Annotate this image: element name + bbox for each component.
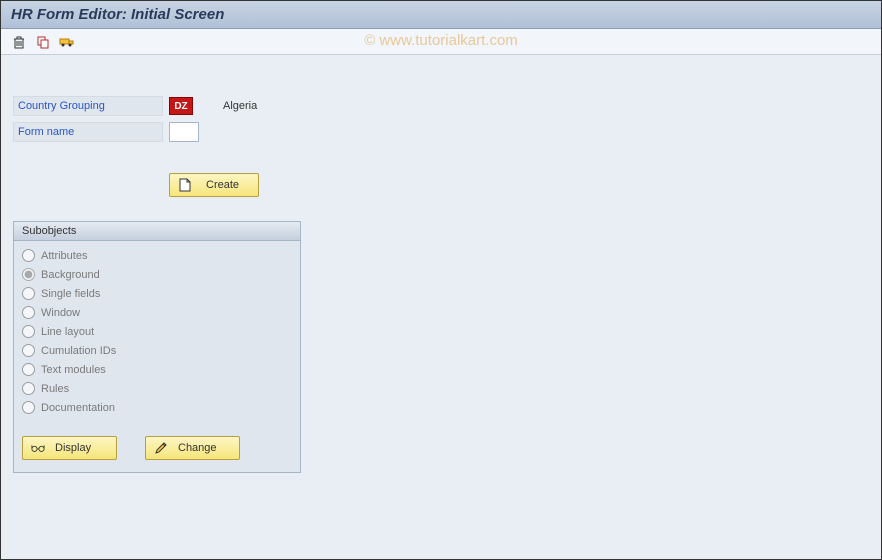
create-button-label: Create — [206, 179, 239, 191]
radio-documentation-label: Documentation — [41, 402, 115, 414]
radio-documentation-input[interactable] — [22, 401, 35, 414]
radio-attributes-label: Attributes — [41, 250, 87, 262]
radio-cumulation-ids[interactable]: Cumulation IDs — [22, 344, 292, 357]
radio-cumulation-ids-label: Cumulation IDs — [41, 345, 116, 357]
pencil-icon — [154, 441, 168, 455]
radio-documentation[interactable]: Documentation — [22, 401, 292, 414]
country-grouping-badge[interactable]: DZ — [169, 97, 193, 115]
radio-line-layout-label: Line layout — [41, 326, 94, 338]
radio-rules-label: Rules — [41, 383, 69, 395]
radio-text-modules[interactable]: Text modules — [22, 363, 292, 376]
radio-attributes[interactable]: Attributes — [22, 249, 292, 262]
radio-single-fields-label: Single fields — [41, 288, 100, 300]
radio-line-layout-input[interactable] — [22, 325, 35, 338]
watermark: © www.tutorialkart.com — [364, 32, 518, 49]
title-bar: HR Form Editor: Initial Screen — [1, 1, 881, 29]
radio-text-modules-label: Text modules — [41, 364, 106, 376]
radio-cumulation-ids-input[interactable] — [22, 344, 35, 357]
page-title: HR Form Editor: Initial Screen — [11, 6, 871, 23]
create-button[interactable]: Create — [169, 173, 259, 197]
radio-rules[interactable]: Rules — [22, 382, 292, 395]
glasses-icon — [31, 441, 45, 455]
radio-text-modules-input[interactable] — [22, 363, 35, 376]
change-button[interactable]: Change — [145, 436, 240, 460]
delete-icon[interactable] — [9, 32, 29, 52]
display-button[interactable]: Display — [22, 436, 117, 460]
radio-rules-input[interactable] — [22, 382, 35, 395]
radio-single-fields-input[interactable] — [22, 287, 35, 300]
create-row: Create — [169, 173, 869, 197]
radio-line-layout[interactable]: Line layout — [22, 325, 292, 338]
form-name-row: Form name — [13, 121, 869, 143]
radio-attributes-input[interactable] — [22, 249, 35, 262]
country-grouping-text: Algeria — [223, 100, 257, 112]
subobjects-header: Subobjects — [14, 222, 300, 241]
display-button-label: Display — [55, 442, 91, 454]
radio-window-label: Window — [41, 307, 80, 319]
subobjects-body: Attributes Background Single fields Wind… — [14, 241, 300, 472]
radio-window[interactable]: Window — [22, 306, 292, 319]
panel-buttons: Display Change — [22, 436, 292, 460]
copy-icon[interactable] — [33, 32, 53, 52]
new-document-icon — [178, 178, 192, 192]
toolbar: © www.tutorialkart.com — [1, 29, 881, 55]
radio-single-fields[interactable]: Single fields — [22, 287, 292, 300]
transport-icon[interactable] — [57, 32, 77, 52]
form-name-label: Form name — [13, 122, 163, 142]
form-name-input[interactable] — [169, 122, 199, 142]
country-grouping-label: Country Grouping — [13, 96, 163, 116]
change-button-label: Change — [178, 442, 217, 454]
radio-background-input[interactable] — [22, 268, 35, 281]
content-area: Country Grouping DZ Algeria Form name Cr… — [1, 55, 881, 485]
country-grouping-row: Country Grouping DZ Algeria — [13, 95, 869, 117]
radio-background[interactable]: Background — [22, 268, 292, 281]
radio-background-label: Background — [41, 269, 100, 281]
subobjects-panel: Subobjects Attributes Background Single … — [13, 221, 301, 473]
radio-window-input[interactable] — [22, 306, 35, 319]
